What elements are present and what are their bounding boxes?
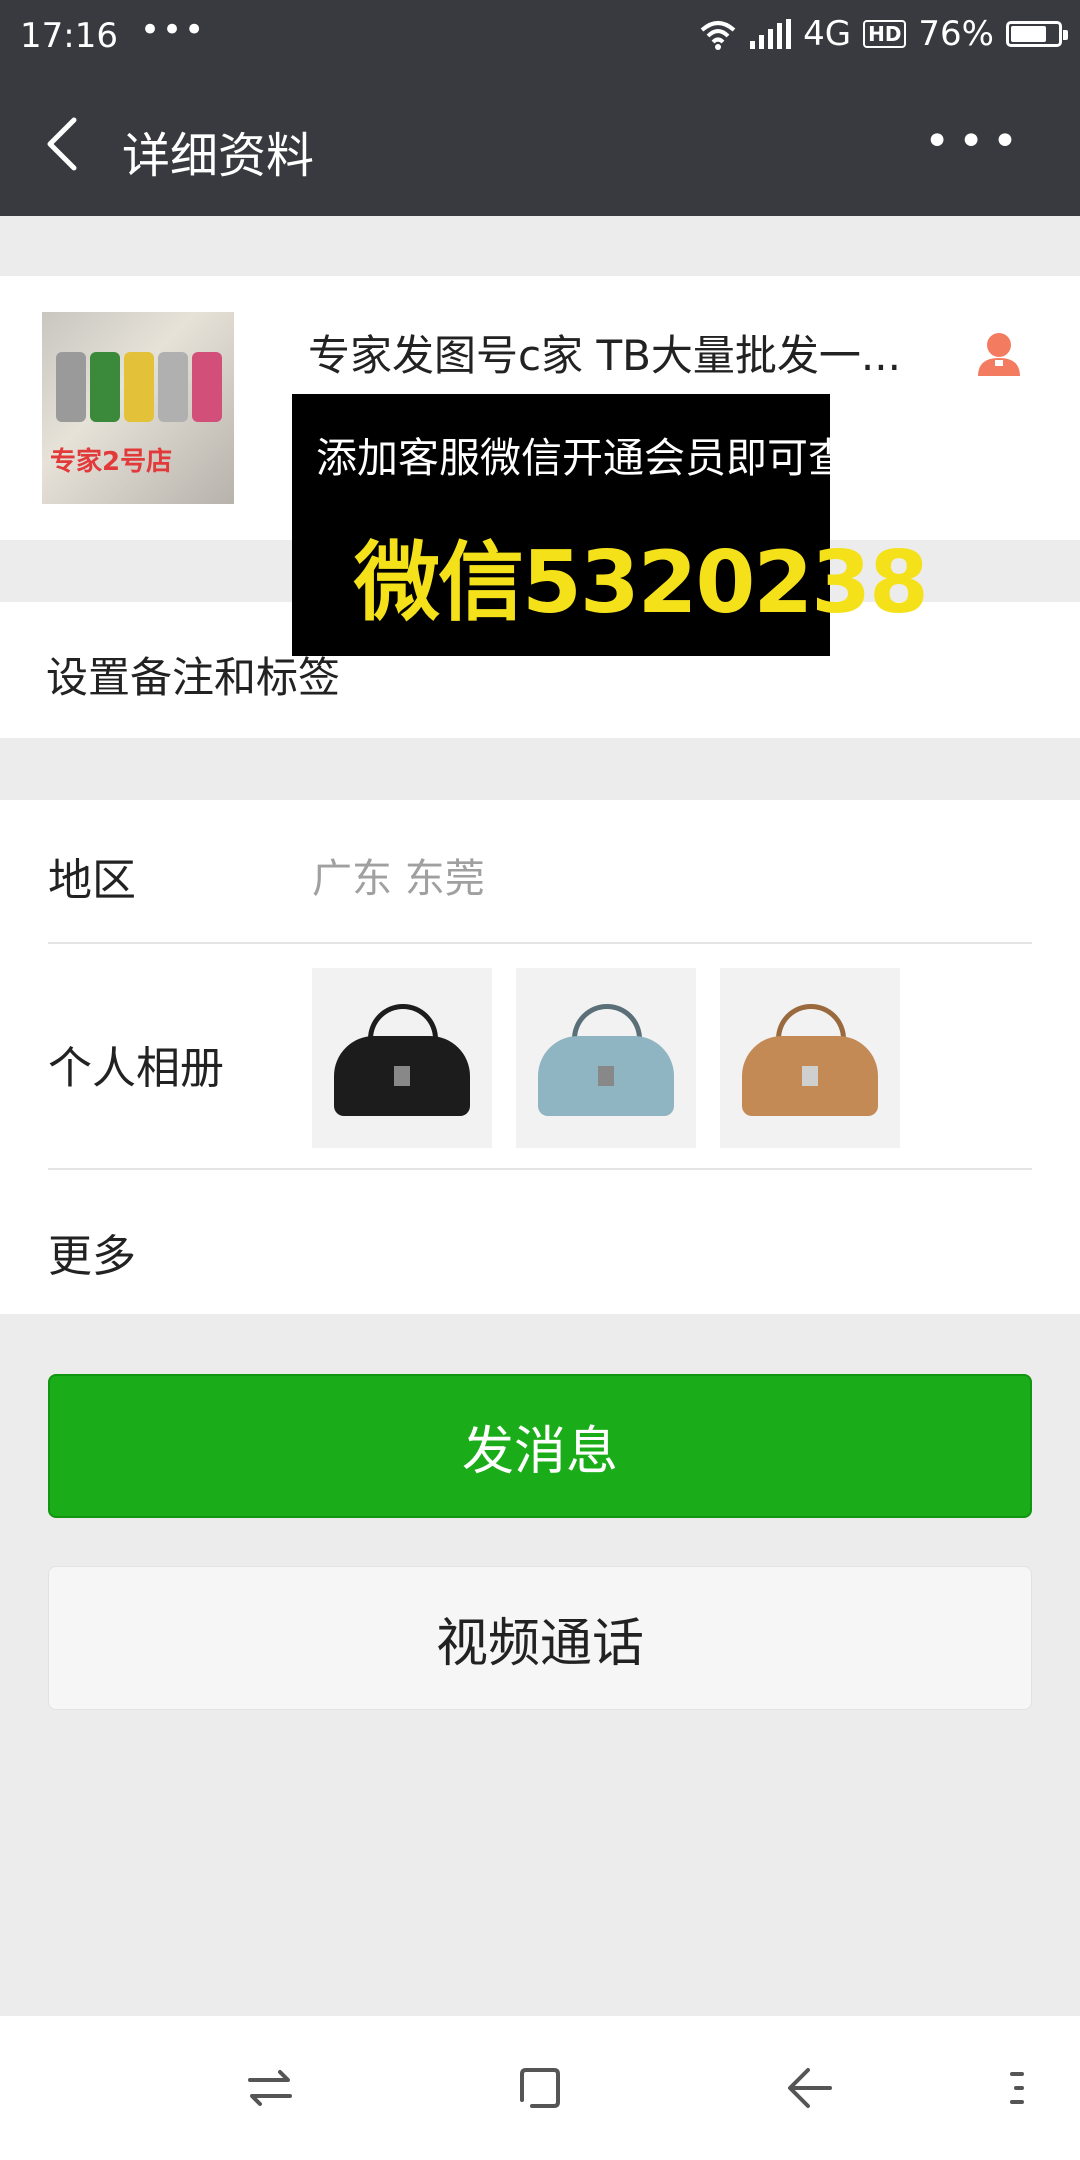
signal-icon bbox=[750, 19, 792, 49]
send-message-button[interactable]: 发消息 bbox=[48, 1374, 1032, 1518]
home-square-icon[interactable] bbox=[512, 2060, 568, 2116]
status-indicators: 4G HD 76% bbox=[698, 14, 1068, 54]
overlay-text-line2: 微信5320238 bbox=[354, 533, 929, 633]
page-title: 详细资料 bbox=[122, 128, 315, 184]
top-nav-bar: 详细资料 ••• bbox=[0, 72, 1080, 216]
switch-icon[interactable] bbox=[242, 2060, 298, 2116]
female-user-icon bbox=[978, 333, 1020, 376]
more-options-icon[interactable]: ••• bbox=[924, 112, 1026, 172]
status-bar: 17:16 ••• 4G HD 76% bbox=[0, 0, 1080, 72]
network-type: 4G bbox=[803, 14, 852, 54]
album-thumbnail[interactable] bbox=[720, 968, 900, 1148]
avatar-caption: 专家2号店 bbox=[50, 447, 173, 477]
notification-dots-icon: ••• bbox=[140, 10, 207, 50]
hd-icon: HD bbox=[863, 20, 907, 48]
info-card: 地区 广东 东莞 个人相册 更多 bbox=[0, 800, 1080, 1314]
region-value: 广东 东莞 bbox=[312, 856, 485, 902]
battery-icon bbox=[1006, 21, 1068, 47]
menu-icon[interactable] bbox=[1000, 2060, 1056, 2116]
status-time: 17:16 bbox=[20, 16, 118, 56]
back-chevron-icon[interactable] bbox=[36, 112, 96, 176]
video-call-button[interactable]: 视频通话 bbox=[48, 1566, 1032, 1710]
album-label: 个人相册 bbox=[48, 1043, 224, 1094]
divider bbox=[48, 942, 1032, 944]
album-thumbnail[interactable] bbox=[516, 968, 696, 1148]
wifi-icon bbox=[700, 21, 736, 50]
system-nav-bar bbox=[0, 2016, 1080, 2160]
battery-percent: 76% bbox=[918, 14, 994, 54]
overlay-text-line1: 添加客服微信开通会员即可查看 bbox=[316, 434, 890, 482]
overlay-banner: 添加客服微信开通会员即可查看 微信5320238 bbox=[292, 394, 929, 656]
avatar[interactable]: 专家2号店 bbox=[42, 312, 234, 504]
back-arrow-icon[interactable] bbox=[782, 2060, 838, 2116]
more-row-label[interactable]: 更多 bbox=[48, 1220, 136, 1284]
profile-name: 专家发图号c家 TB大量批发一... bbox=[308, 331, 901, 380]
region-label: 地区 bbox=[48, 855, 136, 906]
album-thumbnail[interactable] bbox=[312, 968, 492, 1148]
divider bbox=[48, 1168, 1032, 1170]
